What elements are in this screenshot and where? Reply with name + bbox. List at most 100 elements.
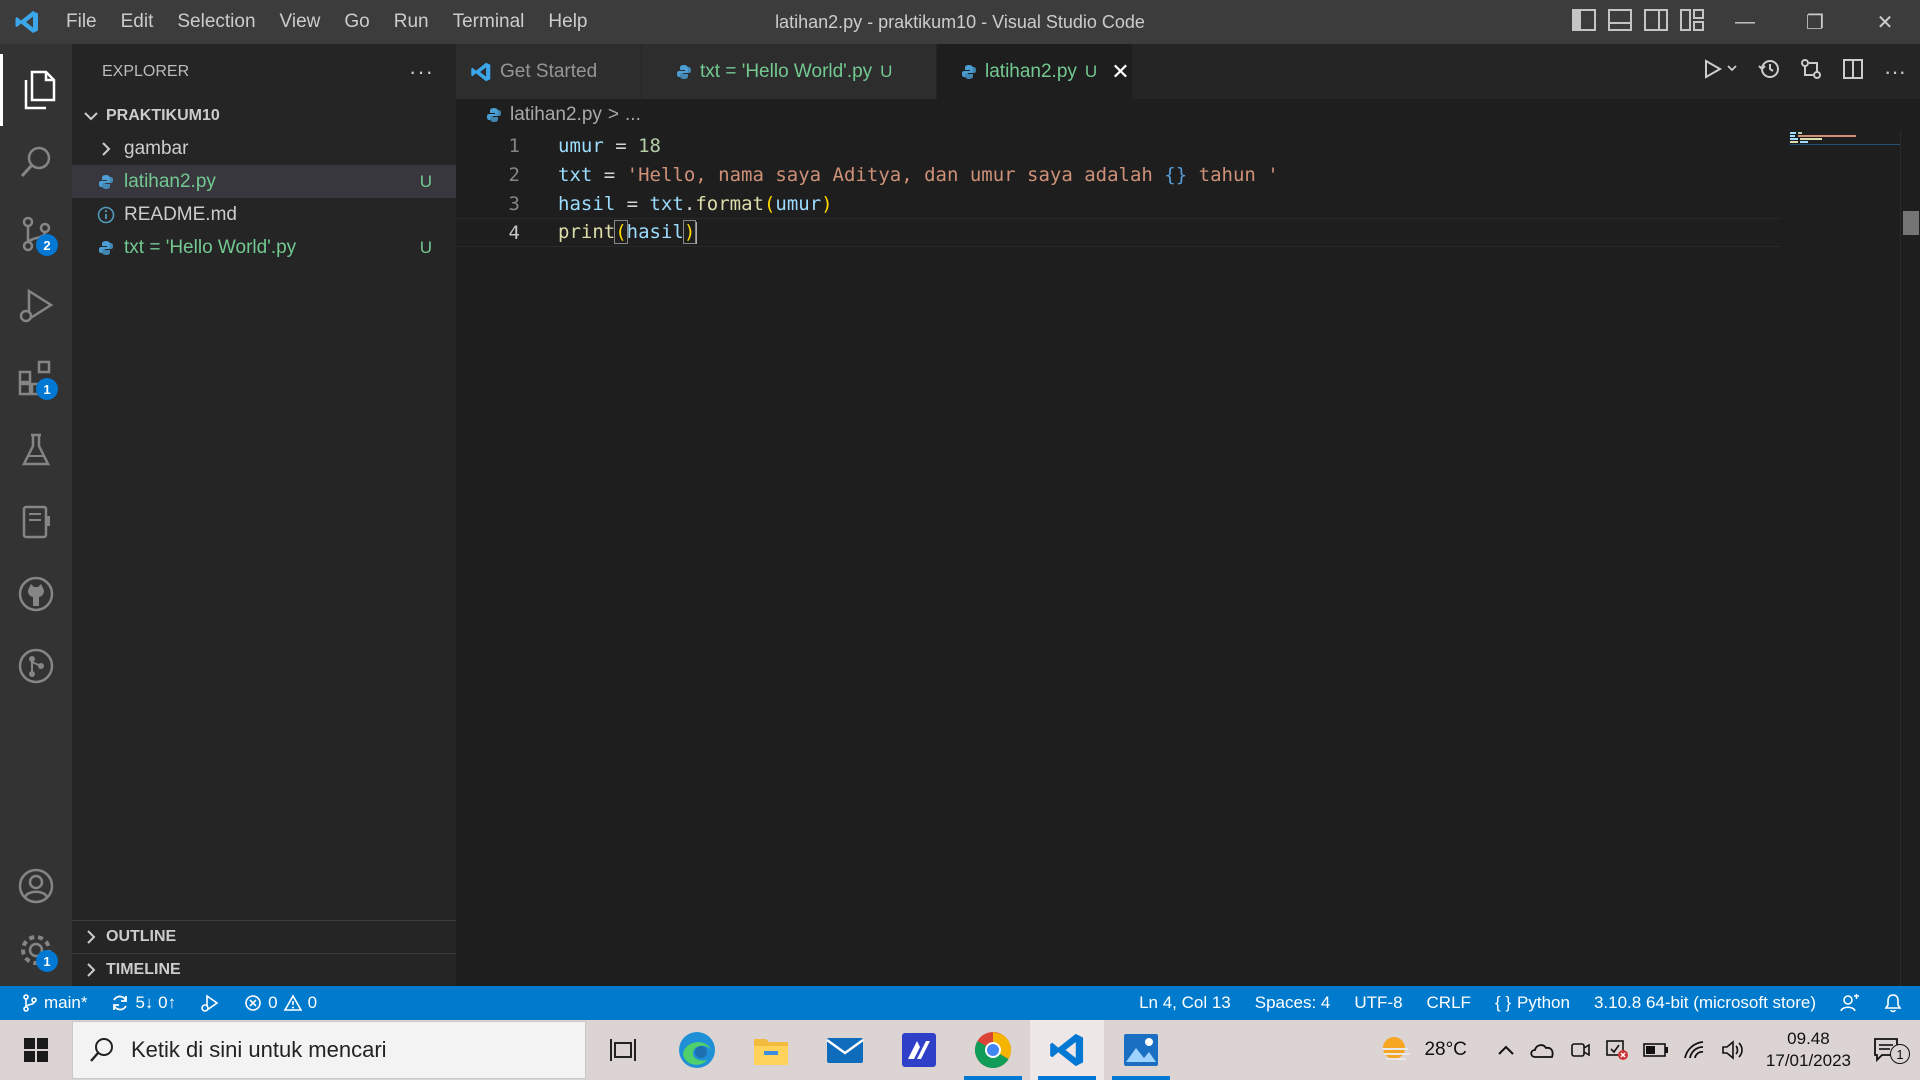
timeline-section[interactable]: TIMELINE [72,953,456,986]
search-icon[interactable] [0,126,72,198]
tree-item-gambar[interactable]: gambar [72,132,456,165]
tab-get-started[interactable]: Get Started [456,44,642,99]
volume-icon[interactable] [1714,1040,1752,1060]
file-explorer-icon[interactable] [734,1020,808,1080]
mail-icon[interactable] [808,1020,882,1080]
source-control-icon[interactable]: 2 [0,198,72,270]
code-editor[interactable]: 1 umur = 18 2 txt = 'Hello, nama saya Ad… [456,131,1920,986]
taskbar-search-box[interactable]: Ketik di sini untuk mencari [72,1021,586,1079]
more-actions-icon[interactable]: ··· [409,59,434,85]
timeline-label: TIMELINE [106,961,181,978]
onedrive-icon[interactable] [1522,1041,1562,1059]
tab-label: latihan2.py [985,60,1077,82]
tab-txt-hello-world[interactable]: txt = 'Hello World'.py U [642,44,937,99]
chevron-down-icon [80,111,102,121]
explorer-title: EXPLORER [102,63,190,80]
language-mode[interactable]: { } Python [1483,993,1582,1013]
tree-item-label: txt = 'Hello World'.py [124,236,297,258]
taskbar-clock[interactable]: 09.48 17/01/2023 [1752,1028,1865,1072]
git-graph-icon[interactable] [0,630,72,702]
tree-item-txt-hello-world[interactable]: txt = 'Hello World'.py U [72,231,456,264]
search-icon [89,1037,115,1063]
close-tab-icon[interactable]: ✕ [1111,59,1129,85]
editor-more-actions-icon[interactable]: ··· [1884,59,1906,85]
edge-browser-icon[interactable] [660,1020,734,1080]
settings-gear-icon[interactable]: 1 [0,914,72,986]
toggle-secondary-sidebar-icon[interactable] [1644,8,1668,36]
python-file-icon [92,174,120,190]
visual-studio-icon[interactable] [882,1020,956,1080]
meet-now-icon[interactable] [1562,1039,1598,1061]
battery-icon[interactable] [1636,1042,1676,1058]
menu-run[interactable]: Run [382,0,441,44]
file-encoding[interactable]: UTF-8 [1342,993,1414,1013]
tab-git-status: U [1084,61,1098,81]
folder-root-praktikum10[interactable]: PRAKTIKUM10 [72,100,456,132]
task-view-icon[interactable] [586,1020,660,1080]
customize-layout-icon[interactable] [1680,8,1704,36]
windows-start-icon[interactable] [0,1020,72,1080]
minimap[interactable] [1790,131,1900,986]
weather-widget[interactable]: 28°C [1371,1035,1473,1065]
menu-go[interactable]: Go [332,0,381,44]
notification-center-icon[interactable]: 1 [1865,1036,1920,1064]
split-editor-icon[interactable] [1842,58,1864,85]
tree-item-readme[interactable]: README.md [72,198,456,231]
windows-taskbar: Ketik di sini untuk mencari 28°C 09.48 1… [0,1020,1920,1080]
toggle-panel-icon[interactable] [1608,8,1632,36]
sync-icon [113,995,128,1011]
explorer-icon[interactable] [0,54,72,126]
open-changes-icon[interactable] [1800,58,1822,85]
tab-latihan2[interactable]: latihan2.py U ✕ [937,44,1133,99]
chrome-icon[interactable] [956,1020,1030,1080]
restore-button[interactable]: ❐ [1780,0,1850,44]
clock-date: 17/01/2023 [1765,1051,1851,1070]
explorer-sidebar: EXPLORER ··· PRAKTIKUM10 gambar latihan2… [72,44,456,986]
python-interpreter[interactable]: 3.10.8 64-bit (microsoft store) [1582,993,1828,1013]
tab-git-status: U [880,61,893,81]
extensions-icon[interactable]: 1 [0,342,72,414]
github-icon[interactable] [0,558,72,630]
menu-selection[interactable]: Selection [165,0,267,44]
sync-status[interactable]: 5↓ 0↑ [99,993,188,1013]
toggle-primary-sidebar-icon[interactable] [1572,8,1596,36]
git-branch-status[interactable]: main* [0,993,99,1013]
breadcrumb-symbols[interactable]: ... [625,104,641,126]
remote-explorer-icon[interactable] [0,486,72,558]
end-of-line[interactable]: CRLF [1415,993,1483,1013]
error-count: 0 [268,993,278,1012]
wifi-icon[interactable] [1676,1040,1714,1060]
testing-icon[interactable] [0,414,72,486]
run-debug-icon[interactable] [0,270,72,342]
photos-icon[interactable] [1104,1020,1178,1080]
indentation[interactable]: Spaces: 4 [1243,993,1343,1013]
scrollbar-thumb[interactable] [1903,211,1919,235]
feedback-icon[interactable] [1828,993,1872,1013]
problems-status[interactable]: 0 0 [232,993,329,1013]
menu-help[interactable]: Help [536,0,599,44]
vertical-scrollbar[interactable] [1900,131,1920,986]
close-window-button[interactable]: ✕ [1850,0,1920,44]
menu-view[interactable]: View [268,0,333,44]
vscode-taskbar-icon[interactable] [1030,1020,1104,1080]
minimize-button[interactable]: — [1710,0,1780,44]
tree-item-label: gambar [124,137,189,159]
show-hidden-icons-icon[interactable] [1490,1044,1522,1056]
git-status-untracked: U [419,237,432,257]
run-python-file-icon[interactable] [1704,59,1738,84]
line-number: 3 [508,192,520,215]
timeline-history-icon[interactable] [1758,58,1780,85]
breadcrumb-file[interactable]: latihan2.py [510,104,602,126]
menu-terminal[interactable]: Terminal [441,0,537,44]
folder-root-label: PRAKTIKUM10 [106,107,220,124]
menu-edit[interactable]: Edit [109,0,166,44]
outline-section[interactable]: OUTLINE [72,920,456,953]
notifications-bell-icon[interactable] [1872,993,1920,1013]
cursor-position[interactable]: Ln 4, Col 13 [1127,993,1243,1013]
security-alert-icon[interactable] [1598,1038,1636,1062]
menu-file[interactable]: File [54,0,109,44]
accounts-icon[interactable] [0,850,72,922]
vscode-logo-icon [0,0,54,44]
live-share-status[interactable] [188,993,232,1013]
tree-item-latihan2[interactable]: latihan2.py U [72,165,456,198]
